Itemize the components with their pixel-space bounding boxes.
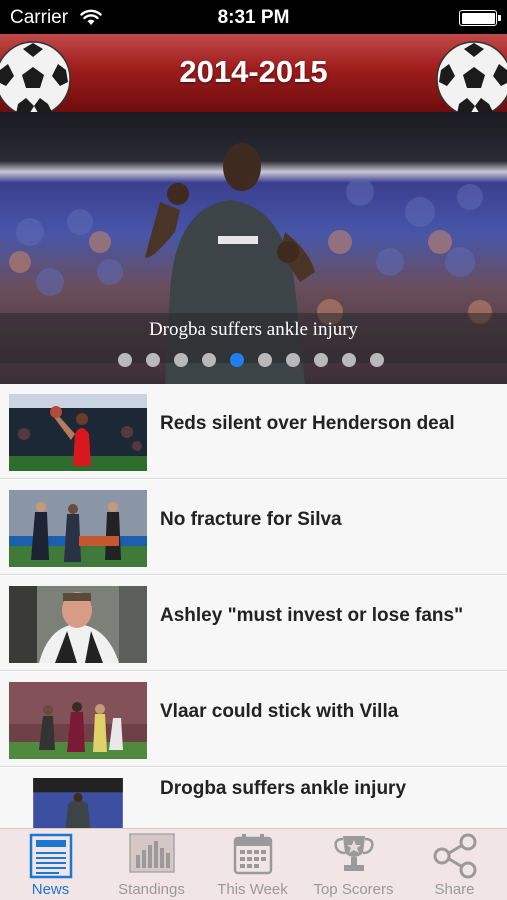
news-thumbnail	[9, 394, 147, 471]
tab-label: Share	[434, 881, 475, 898]
page-dot[interactable]	[174, 353, 188, 367]
news-title: No fracture for Silva	[160, 509, 342, 530]
page-dot[interactable]	[286, 353, 300, 367]
tab-news[interactable]: News	[0, 829, 101, 900]
tab-share[interactable]: Share	[404, 829, 505, 900]
news-thumbnail	[9, 490, 147, 567]
page-title: 2014-2015	[179, 54, 328, 89]
tab-label: News	[31, 881, 70, 898]
tab-label: This Week	[217, 881, 288, 898]
battery-icon	[459, 10, 501, 26]
news-title: Vlaar could stick with Villa	[160, 701, 399, 722]
news-thumbnail	[9, 586, 147, 663]
status-bar: Carrier 8:31 PM	[0, 0, 507, 34]
page-dot[interactable]	[202, 353, 216, 367]
share-icon	[433, 833, 476, 879]
news-thumbnail	[33, 778, 123, 828]
soccer-ball-icon	[436, 41, 507, 112]
newspaper-icon	[29, 833, 72, 879]
page-dot[interactable]	[258, 353, 272, 367]
app-header: 2014-2015	[0, 34, 507, 112]
page-indicator[interactable]	[118, 353, 384, 367]
news-item[interactable]: Reds silent over Henderson deal	[0, 384, 507, 479]
news-title: Ashley "must invest or lose fans"	[160, 605, 464, 626]
clock: 8:31 PM	[217, 7, 290, 28]
page-dot[interactable]	[230, 353, 244, 367]
news-title: Drogba suffers ankle injury	[160, 778, 407, 799]
tab-label: Standings	[118, 881, 185, 898]
trophy-icon	[333, 836, 374, 871]
tab-bar: News Standings This Week Top Scorers Sha…	[0, 828, 507, 900]
page-dot[interactable]	[342, 353, 356, 367]
featured-carousel[interactable]: Drogba suffers ankle injury	[0, 112, 507, 384]
tab-label: Top Scorers	[313, 881, 394, 898]
news-thumbnail	[9, 682, 147, 759]
news-title: Reds silent over Henderson deal	[160, 413, 455, 434]
tab-standings[interactable]: Standings	[101, 829, 202, 900]
bar-chart-icon	[128, 833, 175, 873]
news-item[interactable]: Drogba suffers ankle injury	[0, 768, 507, 828]
page-dot[interactable]	[370, 353, 384, 367]
page-dot[interactable]	[314, 353, 328, 367]
news-item[interactable]: Vlaar could stick with Villa	[0, 672, 507, 767]
news-item[interactable]: Ashley "must invest or lose fans"	[0, 576, 507, 671]
news-item[interactable]: No fracture for Silva	[0, 480, 507, 575]
page-dot[interactable]	[146, 353, 160, 367]
hero-caption: Drogba suffers ankle injury	[148, 319, 359, 340]
calendar-icon	[233, 834, 272, 875]
tab-this-week[interactable]: This Week	[202, 829, 303, 900]
tab-top-scorers[interactable]: Top Scorers	[303, 829, 404, 900]
page-dot[interactable]	[118, 353, 132, 367]
